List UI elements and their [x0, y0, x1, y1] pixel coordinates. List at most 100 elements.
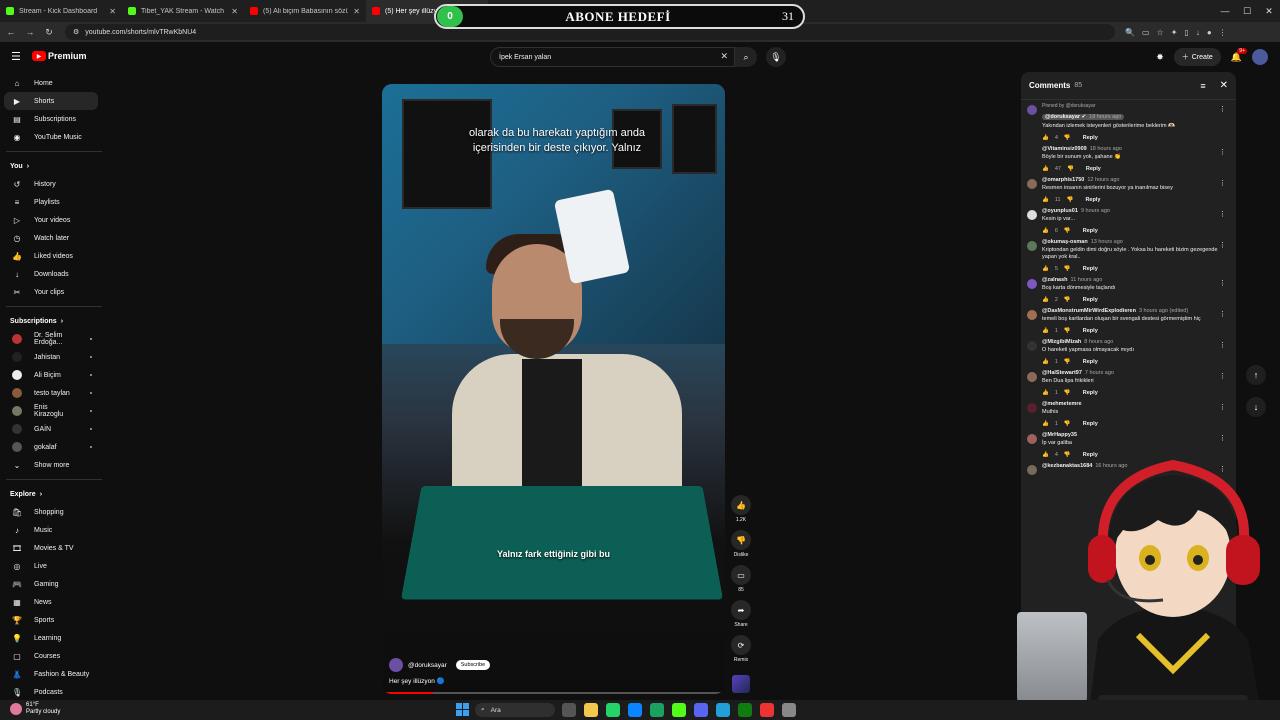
minimize-icon[interactable]: —: [1214, 0, 1236, 22]
sidebar-item[interactable]: ▷ Your videos: [0, 211, 108, 229]
taskbar-search[interactable]: ⌕ Ara: [475, 703, 555, 717]
browser-tab[interactable]: Stream - Kick Dashboard ✕: [0, 0, 122, 22]
comment-like-icon[interactable]: 👍: [1042, 228, 1049, 234]
comment-author[interactable]: @MrHappy35: [1042, 432, 1230, 438]
comment-more-icon[interactable]: ⋮: [1219, 310, 1226, 318]
search-button[interactable]: ⌕: [735, 47, 757, 67]
commenter-avatar[interactable]: [1027, 434, 1037, 444]
comment-dislike-icon[interactable]: 👎: [1064, 452, 1071, 458]
sidebar-item[interactable]: 🎞 Movies & TV: [0, 539, 108, 557]
close-tab-icon[interactable]: ✕: [353, 7, 360, 16]
comment-like-icon[interactable]: 👍: [1042, 421, 1049, 427]
sidebar-item[interactable]: ▶ Shorts: [4, 92, 98, 110]
sidebar-item[interactable]: ◷ Watch later: [0, 229, 108, 247]
edge-icon[interactable]: [628, 703, 642, 717]
sidebar-item[interactable]: ◎ Live: [0, 557, 108, 575]
sidebar-item[interactable]: 👗 Fashion & Beauty: [0, 665, 108, 683]
back-icon[interactable]: ←: [3, 27, 19, 37]
settings-icon[interactable]: [782, 703, 796, 717]
sidebar-section-heading[interactable]: Explore ›: [0, 485, 108, 503]
bookmark-star-icon[interactable]: ☆: [1157, 28, 1164, 37]
whatsapp-icon[interactable]: [606, 703, 620, 717]
site-info-icon[interactable]: ⚙: [73, 28, 79, 36]
close-window-icon[interactable]: ✕: [1258, 0, 1280, 22]
video-progress-bar[interactable]: [382, 692, 725, 694]
comment-more-icon[interactable]: ⋮: [1219, 148, 1226, 156]
reply-button[interactable]: Reply: [1086, 166, 1101, 172]
comment-author[interactable]: @oyunplus01 9 hours ago: [1042, 208, 1230, 214]
comment-more-icon[interactable]: ⋮: [1219, 279, 1226, 287]
task-view-icon[interactable]: [562, 703, 576, 717]
comment-like-icon[interactable]: 👍: [1042, 390, 1049, 396]
comment-author[interactable]: @MizgibiMizah 8 hours ago: [1042, 339, 1230, 345]
commenter-avatar[interactable]: [1027, 210, 1037, 220]
commenter-avatar[interactable]: [1027, 341, 1037, 351]
sort-icon[interactable]: ≡: [1200, 81, 1205, 91]
sidebar-item[interactable]: ✂ Your clips: [0, 283, 108, 301]
commenter-avatar[interactable]: [1027, 310, 1037, 320]
account-avatar[interactable]: [1252, 49, 1268, 65]
forward-icon[interactable]: →: [22, 27, 38, 37]
share-button[interactable]: ➦ Share: [731, 600, 751, 628]
reply-button[interactable]: Reply: [1083, 297, 1098, 303]
remix-button[interactable]: ⟳ Remix: [731, 635, 751, 663]
commenter-avatar[interactable]: [1027, 403, 1037, 413]
telegram-icon[interactable]: [716, 703, 730, 717]
discord-icon[interactable]: [694, 703, 708, 717]
reply-button[interactable]: Reply: [1083, 328, 1098, 334]
sidebar-item[interactable]: 🎙 Podcasts: [0, 683, 108, 701]
commenter-avatar[interactable]: [1027, 279, 1037, 289]
comment-like-icon[interactable]: 👍: [1042, 266, 1049, 272]
comment-author[interactable]: @doruksayar ✔ 18 hours ago: [1042, 114, 1125, 120]
file-explorer-icon[interactable]: [584, 703, 598, 717]
weather-widget[interactable]: 61°F Partly cloudy: [10, 702, 60, 716]
comment-dislike-icon[interactable]: 👎: [1067, 166, 1074, 172]
reply-button[interactable]: Reply: [1083, 266, 1098, 272]
sidebar-item[interactable]: 🛍 Shopping: [0, 503, 108, 521]
commenter-avatar[interactable]: [1027, 372, 1037, 382]
sidebar-item[interactable]: ◉ YouTube Music: [0, 128, 108, 146]
subscription-channel[interactable]: GAİN: [0, 420, 108, 438]
comment-like-icon[interactable]: 👍: [1042, 359, 1049, 365]
sidebar-item[interactable]: ↺ History: [0, 175, 108, 193]
reply-button[interactable]: Reply: [1083, 135, 1098, 141]
comment-dislike-icon[interactable]: 👎: [1064, 135, 1071, 141]
comment-author[interactable]: @omarphis1750 12 hours ago: [1042, 177, 1230, 183]
comment-more-icon[interactable]: ⋮: [1219, 179, 1226, 187]
obs-icon[interactable]: [760, 703, 774, 717]
comment-button[interactable]: ▭ 85: [731, 565, 751, 593]
comment-more-icon[interactable]: ⋮: [1219, 403, 1226, 411]
youtube-logo[interactable]: ▶ Premium: [32, 51, 87, 61]
comment-author[interactable]: @Vitaminsiz0909 18 hours ago: [1042, 146, 1230, 152]
comment-dislike-icon[interactable]: 👎: [1064, 228, 1071, 234]
browser-tab[interactable]: (5) Ali biçim Babasının sözünü ✕: [244, 0, 366, 22]
dislike-button[interactable]: 👎 Dislike: [731, 530, 751, 558]
sidebar-item[interactable]: ▦ News: [0, 593, 108, 611]
subscribe-button[interactable]: Subscribe: [455, 660, 491, 670]
xbox-icon[interactable]: [738, 703, 752, 717]
comment-dislike-icon[interactable]: 👎: [1064, 421, 1071, 427]
shorts-video-player[interactable]: olarak da bu harekatı yaptığım anda içer…: [382, 84, 725, 694]
comment-like-icon[interactable]: 👍: [1042, 135, 1049, 141]
reply-button[interactable]: Reply: [1085, 197, 1100, 203]
sidebar-item[interactable]: ⌂ Home: [0, 74, 108, 92]
comment-dislike-icon[interactable]: 👎: [1064, 328, 1071, 334]
commenter-avatar[interactable]: [1027, 465, 1037, 475]
comment-like-icon[interactable]: 👍: [1042, 328, 1049, 334]
comment-author[interactable]: @zalnash 11 hours ago: [1042, 277, 1230, 283]
kick-icon[interactable]: [672, 703, 686, 717]
sidebar-item[interactable]: 🏆 Sports: [0, 611, 108, 629]
comment-more-icon[interactable]: ⋮: [1219, 372, 1226, 380]
comment-more-icon[interactable]: ⋮: [1219, 210, 1226, 218]
comment-like-icon[interactable]: 👍: [1042, 297, 1049, 303]
channel-handle[interactable]: @doruksayar: [408, 662, 447, 669]
reply-button[interactable]: Reply: [1083, 228, 1098, 234]
hamburger-menu-icon[interactable]: ☰: [11, 50, 21, 63]
sidebar-icon[interactable]: ▯: [1184, 28, 1188, 37]
sidebar-item[interactable]: ↓ Downloads: [0, 265, 108, 283]
comment-more-icon[interactable]: ⋮: [1219, 241, 1226, 249]
comment-like-icon[interactable]: 👍: [1042, 197, 1049, 203]
start-button[interactable]: [456, 703, 469, 716]
subscription-channel[interactable]: gokalaf: [0, 438, 108, 456]
sound-thumbnail[interactable]: [732, 675, 750, 693]
